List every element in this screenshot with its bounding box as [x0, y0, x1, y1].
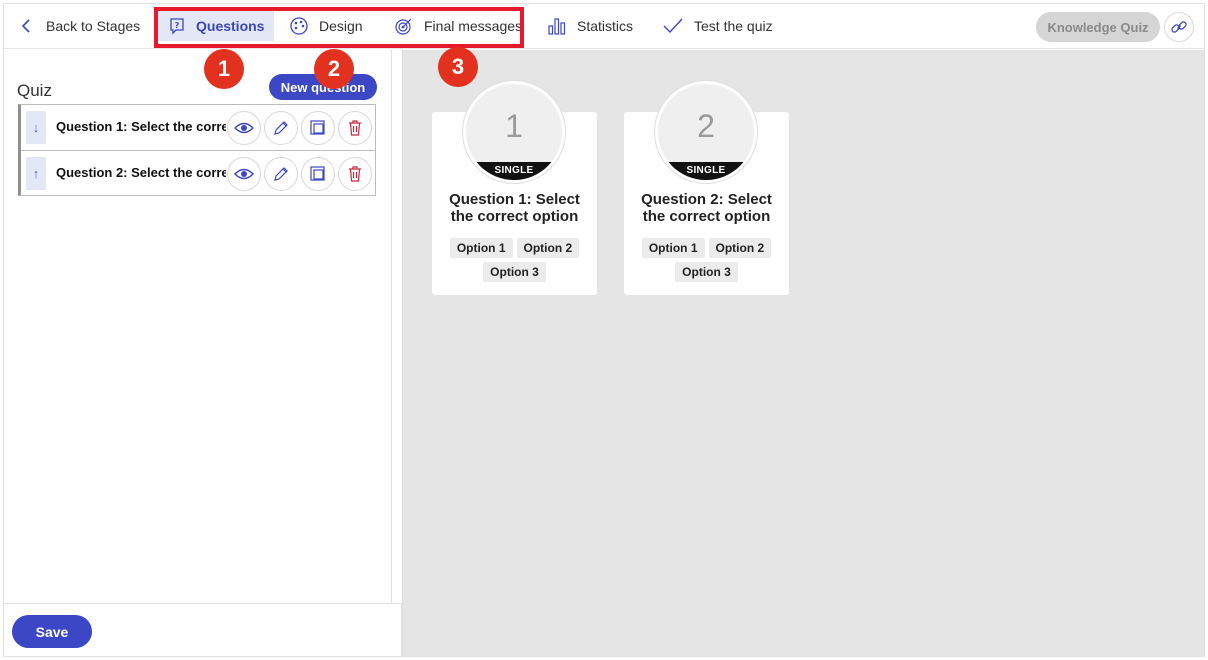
question-type-label: SINGLE [658, 162, 754, 180]
question-number-circle: 1 SINGLE [463, 81, 565, 183]
tab-questions[interactable]: ? Questions [156, 11, 274, 41]
tab-statistics[interactable]: Statistics [547, 11, 633, 41]
tab-final-messages[interactable]: Final messages [394, 11, 522, 41]
save-bar: Save [4, 603, 402, 656]
copy-icon [310, 120, 325, 135]
tab-design-label: Design [319, 18, 363, 34]
copy-link-button[interactable] [1164, 12, 1194, 42]
quiz-title: Quiz [17, 81, 52, 100]
quiz-name-badge[interactable]: Knowledge Quiz [1036, 12, 1160, 42]
tab-test-quiz-label: Test the quiz [694, 18, 773, 34]
preview-button[interactable] [227, 157, 261, 191]
target-icon [395, 18, 412, 35]
question-type-label: SINGLE [466, 162, 562, 180]
question-row-1[interactable]: ↓ Question 1: Select the correct option [21, 105, 375, 150]
option-chip: Option 3 [675, 262, 738, 282]
option-chip: Option 2 [516, 238, 580, 258]
question-list: ↓ Question 1: Select the correct option … [18, 104, 376, 196]
link-icon [1171, 21, 1187, 33]
callout-badge-2: 2 [314, 49, 354, 89]
option-chip: Option 2 [708, 238, 772, 258]
callout-badge-3: 3 [438, 47, 478, 87]
question-row-2[interactable]: ↑ Question 2: Select the correct option [21, 150, 375, 195]
question-number: 2 [697, 108, 715, 144]
svg-text:?: ? [175, 21, 180, 30]
option-chip: Option 3 [483, 262, 546, 282]
question-card-title: Question 2: Select the correct option [641, 191, 772, 225]
question-list-panel: Quiz New question ↓ Question 1: Select t… [4, 50, 392, 603]
question-card-1[interactable]: 1 SINGLE Question 1: Select the correct … [432, 81, 597, 295]
question-card-2[interactable]: 2 SINGLE Question 2: Select the correct … [624, 81, 789, 295]
tab-final-messages-label: Final messages [424, 18, 523, 34]
top-navigation: Back to Stages ? Questions Design Final … [4, 4, 1204, 49]
save-button[interactable]: Save [12, 615, 92, 648]
pencil-icon [274, 121, 288, 135]
edit-button[interactable] [264, 157, 298, 191]
question-row-title: Question 1: Select the correct option [56, 119, 226, 134]
delete-button[interactable] [338, 111, 372, 145]
bar-chart-icon [548, 18, 566, 35]
duplicate-button[interactable] [301, 157, 335, 191]
option-chip: Option 1 [641, 238, 705, 258]
tab-questions-label: Questions [196, 18, 265, 34]
duplicate-button[interactable] [301, 111, 335, 145]
question-card-title: Question 1: Select the correct option [449, 191, 580, 225]
tab-statistics-label: Statistics [577, 18, 634, 34]
edit-button[interactable] [264, 111, 298, 145]
chevron-left-icon [21, 19, 30, 33]
trash-icon [349, 166, 361, 182]
tab-test-quiz[interactable]: Test the quiz [662, 11, 773, 41]
move-down-arrow[interactable]: ↓ [26, 111, 46, 144]
option-chips: Option 1 Option 2 Option 3 [632, 238, 781, 282]
checkmark-icon [663, 18, 683, 34]
quiz-preview-area: 1 SINGLE Question 1: Select the correct … [402, 50, 1204, 656]
question-row-title: Question 2: Select the correct option [56, 165, 226, 180]
option-chip: Option 1 [449, 238, 513, 258]
trash-icon [349, 120, 361, 136]
eye-icon [234, 168, 254, 180]
pencil-icon [274, 167, 288, 181]
question-bubble-icon: ? [170, 18, 184, 35]
preview-button[interactable] [227, 111, 261, 145]
back-to-stages-link[interactable]: Back to Stages [18, 11, 140, 41]
delete-button[interactable] [338, 157, 372, 191]
tab-design[interactable]: Design [289, 11, 363, 41]
back-label: Back to Stages [46, 18, 141, 34]
option-chips: Option 1 Option 2 Option 3 [440, 238, 589, 282]
app-window: Back to Stages ? Questions Design Final … [3, 3, 1205, 657]
copy-icon [310, 166, 325, 181]
eye-icon [234, 122, 254, 134]
callout-badge-1: 1 [204, 49, 244, 89]
question-number-circle: 2 SINGLE [655, 81, 757, 183]
palette-icon [290, 17, 308, 35]
question-number: 1 [505, 108, 523, 144]
move-up-arrow[interactable]: ↑ [26, 157, 46, 190]
